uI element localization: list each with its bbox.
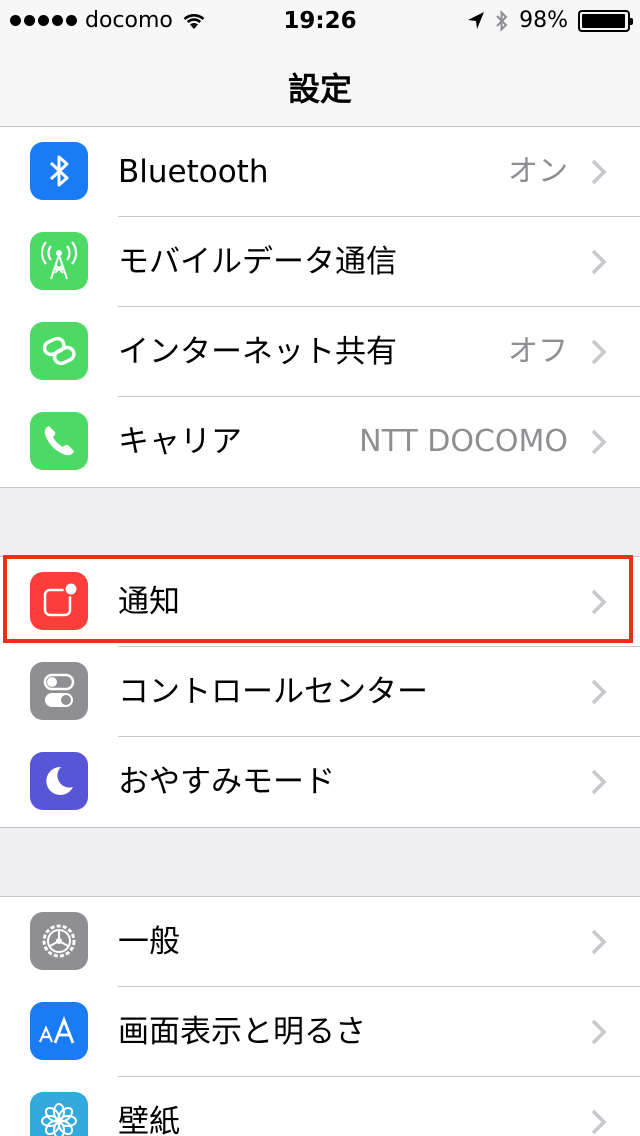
moon-icon bbox=[30, 752, 88, 810]
text-size-icon bbox=[30, 1002, 88, 1060]
bluetooth-status-icon bbox=[496, 9, 508, 32]
settings-row-hotspot[interactable]: インターネット共有 オフ bbox=[0, 307, 640, 397]
notification-icon bbox=[30, 572, 88, 630]
settings-row-cellular[interactable]: モバイルデータ通信 bbox=[0, 217, 640, 307]
settings-row-do-not-disturb[interactable]: おやすみモード bbox=[0, 737, 640, 827]
settings-group-connectivity: Bluetooth オン モバイルデータ通信 インターネット共有 オフ キャリア… bbox=[0, 126, 640, 488]
bluetooth-icon bbox=[30, 142, 88, 200]
status-right: 98% bbox=[467, 8, 633, 33]
row-label: 画面表示と明るさ bbox=[118, 1014, 366, 1050]
settings-row-bluetooth[interactable]: Bluetooth オン bbox=[0, 127, 640, 217]
phone-icon bbox=[30, 412, 88, 470]
chevron-right-icon bbox=[591, 159, 607, 185]
chevron-right-icon bbox=[591, 929, 607, 955]
row-label: 壁紙 bbox=[118, 1104, 180, 1136]
row-label: 一般 bbox=[118, 924, 180, 960]
row-label: キャリア bbox=[118, 424, 242, 460]
chevron-right-icon bbox=[591, 769, 607, 795]
row-label: おやすみモード bbox=[118, 764, 335, 800]
battery-icon bbox=[578, 9, 633, 32]
settings-row-general[interactable]: 一般 bbox=[0, 897, 640, 987]
battery-fill bbox=[582, 13, 626, 28]
settings-row-carrier[interactable]: キャリア NTT DOCOMO bbox=[0, 397, 640, 487]
chevron-right-icon bbox=[591, 679, 607, 705]
row-label: 通知 bbox=[118, 584, 180, 620]
settings-row-wallpaper[interactable]: 壁紙 bbox=[0, 1077, 640, 1136]
status-bar: docomo 19:26 98% bbox=[0, 0, 640, 40]
settings-screen: docomo 19:26 98% 設定 Bluetooth オン モバイルデータ… bbox=[0, 0, 640, 1136]
row-label: インターネット共有 bbox=[118, 334, 397, 370]
settings-row-control-center[interactable]: コントロールセンター bbox=[0, 647, 640, 737]
chevron-right-icon bbox=[591, 429, 607, 455]
settings-row-notifications[interactable]: 通知 bbox=[0, 557, 640, 647]
cellular-antenna-icon bbox=[30, 232, 88, 290]
location-arrow-icon bbox=[468, 11, 485, 29]
chevron-right-icon bbox=[591, 1019, 607, 1045]
chevron-right-icon bbox=[591, 249, 607, 275]
row-label: コントロールセンター bbox=[118, 674, 428, 710]
page-title: 設定 bbox=[287, 70, 352, 108]
row-label: モバイルデータ通信 bbox=[118, 244, 397, 280]
settings-group-general: 一般 画面表示と明るさ 壁紙 bbox=[0, 896, 640, 1136]
hotspot-link-icon bbox=[30, 322, 88, 380]
row-value: NTT DOCOMO bbox=[359, 424, 568, 459]
battery-percentage: 98% bbox=[519, 8, 568, 33]
top-bar: docomo 19:26 98% 設定 bbox=[0, 0, 640, 129]
settings-group-notifications: 通知 コントロールセンター おやすみモード bbox=[0, 556, 640, 828]
row-label: Bluetooth bbox=[118, 154, 269, 190]
row-value: オン bbox=[508, 154, 568, 189]
wallpaper-flower-icon bbox=[30, 1092, 88, 1136]
chevron-right-icon bbox=[591, 339, 607, 365]
chevron-right-icon bbox=[591, 1109, 607, 1135]
chevron-right-icon bbox=[591, 589, 607, 615]
settings-row-display-brightness[interactable]: 画面表示と明るさ bbox=[0, 987, 640, 1077]
row-value: オフ bbox=[508, 334, 568, 369]
gear-icon bbox=[30, 912, 88, 970]
control-center-icon bbox=[30, 662, 88, 720]
